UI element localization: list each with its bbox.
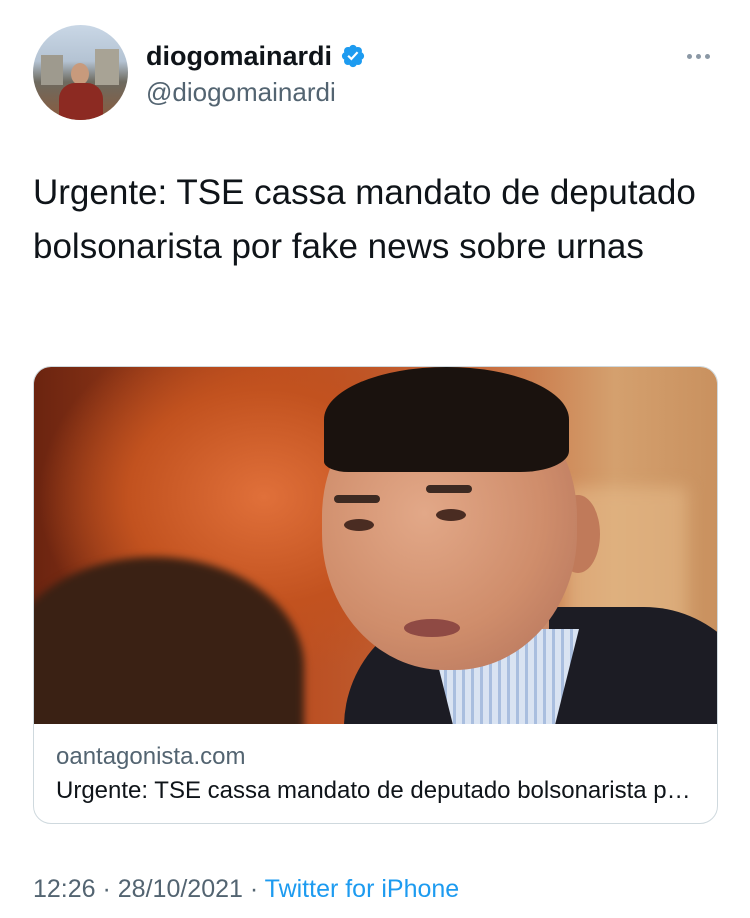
photo-eye xyxy=(436,509,466,521)
tweet-text: Urgente: TSE cassa mandato de deputado b… xyxy=(33,173,696,266)
photo-brow xyxy=(334,495,380,503)
avatar-building xyxy=(95,49,119,85)
more-dot xyxy=(704,53,710,59)
more-dot xyxy=(686,53,692,59)
photo-foreground-blur xyxy=(34,557,304,724)
avatar[interactable] xyxy=(33,25,128,120)
photo-hair xyxy=(324,367,569,472)
link-card[interactable]: oantagonista.com Urgente: TSE cassa mand… xyxy=(33,366,718,824)
author-name-row: diogomainardi xyxy=(146,40,366,72)
verified-badge-icon xyxy=(341,44,365,68)
author-display-name[interactable]: diogomainardi xyxy=(146,40,332,72)
link-card-meta[interactable]: oantagonista.com Urgente: TSE cassa mand… xyxy=(34,724,717,806)
avatar-person-body xyxy=(59,83,103,120)
more-dot xyxy=(695,53,701,59)
more-options-icon[interactable] xyxy=(682,40,714,72)
link-card-title: Urgente: TSE cassa mandato de deputado b… xyxy=(56,777,695,804)
meta-separator: · xyxy=(242,875,265,903)
meta-separator: · xyxy=(95,875,118,903)
photo-mouth xyxy=(404,619,460,637)
tweet-meta: 12:26 · 28/10/2021 · Twitter for iPhone xyxy=(33,873,459,905)
avatar-person-head xyxy=(71,63,89,85)
tweet-source-link[interactable]: Twitter for iPhone xyxy=(265,875,460,903)
tweet-time[interactable]: 12:26 xyxy=(33,875,96,903)
link-card-image[interactable] xyxy=(34,367,717,724)
author-handle[interactable]: @diogomainardi xyxy=(146,76,336,108)
link-card-domain: oantagonista.com xyxy=(56,743,246,770)
photo-brow xyxy=(426,485,472,493)
photo-eye xyxy=(344,519,374,531)
tweet: diogomainardi @diogomainardi Urgente: TS… xyxy=(0,0,750,918)
tweet-date[interactable]: 28/10/2021 xyxy=(118,875,243,903)
avatar-building xyxy=(41,55,63,85)
